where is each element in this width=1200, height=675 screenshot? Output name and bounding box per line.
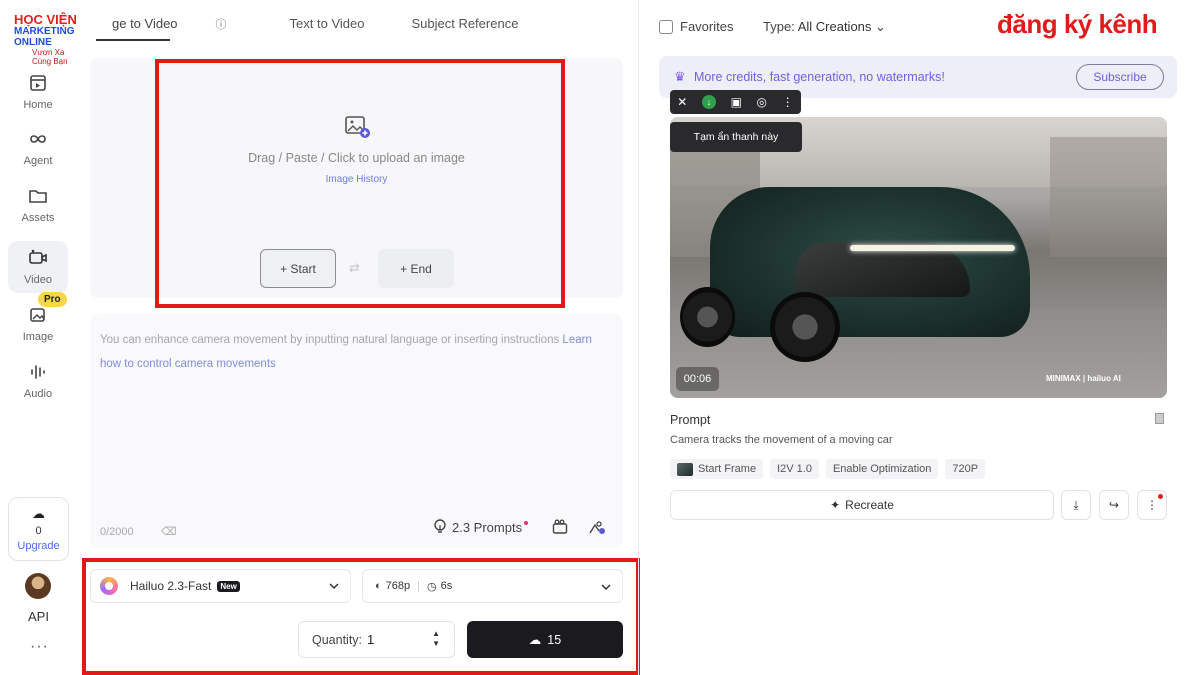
highlight-box-upload	[155, 59, 565, 308]
video-duration: 00:06	[676, 367, 719, 391]
prompt-placeholder-text: You can enhance camera movement by input…	[100, 334, 563, 346]
credit-count: 0	[35, 525, 42, 537]
char-counter: 0/2000	[100, 526, 134, 538]
notification-dot	[1158, 494, 1163, 499]
type-filter[interactable]: Type: All Creations ⌄	[763, 19, 886, 35]
download-icon: ⤓	[1073, 497, 1079, 512]
avatar[interactable]	[25, 573, 51, 599]
subscribe-button[interactable]: Subscribe	[1076, 64, 1164, 90]
sparkle-icon: ✦	[830, 498, 841, 512]
home-icon	[30, 75, 46, 91]
magic-enhance-icon[interactable]	[588, 519, 606, 535]
favorites-filter[interactable]: Favorites	[659, 19, 733, 34]
generation-tags: Start Frame I2V 1.0 Enable Optimization …	[670, 459, 992, 479]
nav-item-home[interactable]: Home	[8, 66, 68, 118]
channel-watermark: đăng ký kênh	[997, 9, 1158, 39]
prompt-placeholder: You can enhance camera movement by input…	[100, 328, 616, 376]
more-vertical-icon: ⋮	[1146, 498, 1158, 512]
upgrade-link[interactable]: Upgrade	[17, 540, 59, 552]
tab-text-to-video[interactable]: Text to Video	[290, 16, 365, 32]
car-wheel	[680, 287, 735, 347]
logo-line-2: MARKETING ONLINE	[14, 26, 75, 48]
tag-model: I2V 1.0	[770, 459, 819, 479]
car-wheel	[770, 292, 840, 362]
nav-item-image[interactable]: Image	[8, 298, 68, 350]
tag-resolution: 720P	[945, 459, 986, 479]
mode-tabs: ge to Video ⓘ Text to Video Subject Refe…	[112, 16, 565, 32]
logo-line-1: HỌC VIỆN	[14, 12, 77, 27]
academy-logo: HỌC VIỆN MARKETING ONLINE Vươn Xa Cùng B…	[14, 12, 78, 66]
api-link[interactable]: API	[28, 609, 49, 624]
nav-label-image: Image	[22, 331, 54, 343]
promo-text: More credits, fast generation, no waterm…	[694, 70, 945, 84]
tab-image-to-video[interactable]: ge to Video	[112, 16, 178, 32]
credit-icon: ☁	[32, 506, 45, 521]
share-button[interactable]: ↪	[1099, 490, 1129, 520]
agent-icon	[30, 135, 46, 143]
recreate-button[interactable]: ✦ Recreate	[670, 490, 1054, 520]
nav-label-video: Video	[24, 274, 52, 286]
more-icon[interactable]: ···	[30, 638, 49, 656]
more-vertical-icon[interactable]: ⋮	[782, 95, 794, 109]
recreate-label: Recreate	[845, 498, 894, 512]
video-watermark: MINIMAX | hailuo AI	[1046, 374, 1121, 383]
prompts-button[interactable]: 2.3 Prompts	[433, 519, 529, 535]
nav-item-audio[interactable]: Audio	[8, 355, 68, 407]
favorites-label: Favorites	[680, 19, 734, 34]
download-icon[interactable]: ↓	[701, 95, 716, 109]
logo-line-3: Vươn Xa Cùng Bạn	[32, 48, 68, 66]
prompt-title: Prompt	[670, 413, 711, 427]
share-icon: ↪	[1108, 498, 1120, 512]
car-image	[710, 187, 1030, 337]
notification-dot	[524, 520, 529, 525]
toolbar-tooltip: Tạm ẩn thanh này	[670, 122, 802, 152]
nav-item-video[interactable]: Video	[8, 241, 68, 293]
folder-icon	[29, 190, 47, 203]
prompt-text: Camera tracks the movement of a moving c…	[670, 434, 893, 446]
eraser-icon[interactable]: ⌫	[161, 525, 177, 538]
nav-label-assets: Assets	[21, 212, 55, 224]
video-preview[interactable]	[670, 117, 1167, 398]
prompt-input[interactable]: You can enhance camera movement by input…	[90, 314, 623, 548]
crown-icon: ♛	[674, 69, 686, 84]
upgrade-box[interactable]: ☁ 0 Upgrade	[8, 497, 69, 561]
nav-label-home: Home	[23, 99, 53, 111]
info-icon[interactable]: ⓘ	[216, 16, 227, 32]
tag-optimization: Enable Optimization	[825, 459, 939, 479]
nav-label-audio: Audio	[23, 388, 53, 400]
tab-subject-reference[interactable]: Subject Reference	[411, 16, 518, 32]
lightbulb-icon	[434, 519, 446, 533]
type-value: All Creations	[797, 19, 872, 34]
favorites-checkbox[interactable]	[659, 19, 673, 34]
close-icon[interactable]: ✕	[677, 95, 687, 109]
left-nav: HỌC VIỆN MARKETING ONLINE Vươn Xa Cùng B…	[0, 0, 78, 675]
pip-icon[interactable]: ▣	[731, 95, 742, 109]
image-icon	[30, 308, 45, 322]
copy-icon[interactable]	[1155, 413, 1164, 424]
camera-movement-icon[interactable]	[552, 519, 568, 535]
panel-divider	[638, 0, 639, 675]
chevron-down-icon: ⌄	[875, 19, 886, 34]
type-label: Type:	[763, 19, 795, 34]
video-building	[1050, 137, 1167, 257]
tag-start-frame: Start Frame	[670, 459, 764, 479]
video-toolbar: ✕ ↓ ▣ ◎ ⋮	[670, 90, 801, 114]
start-frame-thumbnail	[677, 462, 693, 476]
audio-icon	[31, 365, 45, 379]
video-icon	[29, 249, 47, 264]
prompts-label: 2.3 Prompts	[452, 519, 523, 535]
active-tab-indicator	[96, 39, 170, 41]
tag-label: Start Frame	[698, 463, 757, 475]
download-button[interactable]: ⤓	[1061, 490, 1091, 520]
more-options-button[interactable]: ⋮	[1137, 490, 1167, 520]
highlight-box-controls	[82, 558, 640, 675]
car-headlight	[850, 245, 1015, 251]
lightbulb-icon[interactable]: ◎	[757, 95, 767, 109]
nav-item-agent[interactable]: Agent	[8, 122, 68, 174]
nav-label-agent: Agent	[23, 155, 53, 167]
nav-item-assets[interactable]: Assets	[8, 179, 68, 231]
